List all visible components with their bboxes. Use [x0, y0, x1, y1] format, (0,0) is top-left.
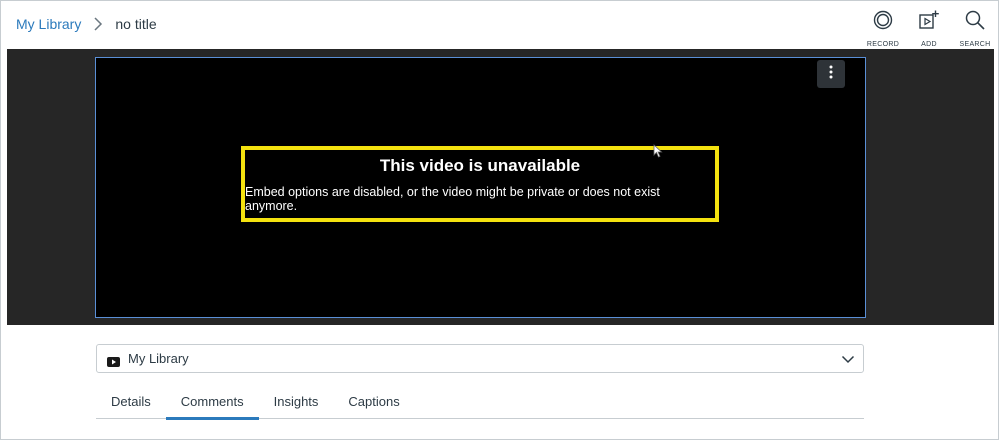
- more-vertical-icon: [829, 65, 833, 84]
- add-label: ADD: [921, 41, 937, 48]
- add-media-icon: [918, 9, 940, 36]
- tab-bar: Details Comments Insights Captions: [96, 384, 864, 420]
- library-source-select[interactable]: My Library: [96, 344, 864, 373]
- unavailable-message-box: This video is unavailable Embed options …: [241, 146, 719, 222]
- unavailable-message: Embed options are disabled, or the video…: [245, 184, 660, 213]
- search-button[interactable]: SEARCH: [952, 9, 998, 48]
- tab-captions[interactable]: Captions: [333, 384, 414, 419]
- breadcrumb-current: no title: [115, 16, 157, 32]
- youtube-icon: [107, 354, 120, 367]
- record-icon: [872, 9, 894, 36]
- tab-details[interactable]: Details: [96, 384, 166, 419]
- search-label: SEARCH: [959, 41, 991, 48]
- unavailable-title: This video is unavailable: [379, 155, 581, 175]
- breadcrumb-my-library-link[interactable]: My Library: [16, 16, 81, 32]
- tab-insights[interactable]: Insights: [259, 384, 334, 419]
- header: My Library no title RECORD ADD SEARCH: [1, 1, 998, 48]
- add-button[interactable]: ADD: [906, 9, 952, 48]
- chevron-right-icon: [91, 17, 105, 31]
- video-player[interactable]: This video is unavailable Embed options …: [95, 57, 866, 318]
- library-source-value: My Library: [128, 351, 189, 366]
- player-menu-button[interactable]: [817, 60, 845, 88]
- mouse-cursor-icon: [653, 144, 663, 158]
- app-window: My Library no title RECORD ADD SEARCH Th…: [0, 0, 999, 440]
- tab-comments[interactable]: Comments: [165, 384, 259, 420]
- search-icon: [964, 9, 986, 36]
- chevron-down-icon: [841, 352, 855, 366]
- breadcrumb: My Library no title: [16, 16, 157, 32]
- toolbar: RECORD ADD SEARCH: [860, 9, 998, 48]
- record-button[interactable]: RECORD: [860, 9, 906, 48]
- record-label: RECORD: [866, 41, 900, 48]
